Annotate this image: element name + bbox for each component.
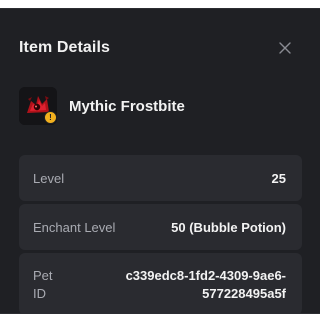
detail-row-pet-id: Pet ID c339edc8-1fd2-4309-9ae6- 57722849… <box>19 253 302 313</box>
pet-id-value: c339edc8-1fd2-4309-9ae6- 577228495a5f <box>125 268 286 301</box>
detail-label: Level <box>33 171 65 186</box>
detail-row-level: Level 25 <box>19 155 302 201</box>
item-header: ! Mythic Frostbite <box>19 87 299 127</box>
detail-row-enchant-level: Enchant Level 50 (Bubble Potion) <box>19 204 302 250</box>
detail-label: Enchant Level <box>33 220 116 235</box>
item-name: Mythic Frostbite <box>69 98 185 115</box>
detail-value: 50 (Bubble Potion) <box>171 220 286 235</box>
dialog-title: Item Details <box>19 39 111 56</box>
mythic-badge-icon: ! <box>44 111 57 124</box>
detail-label: Pet ID <box>33 268 53 301</box>
close-icon[interactable] <box>277 40 293 56</box>
detail-value: 25 <box>271 171 286 186</box>
item-details-dialog: Item Details ! Mythic Frostbite Level 25… <box>0 8 320 314</box>
